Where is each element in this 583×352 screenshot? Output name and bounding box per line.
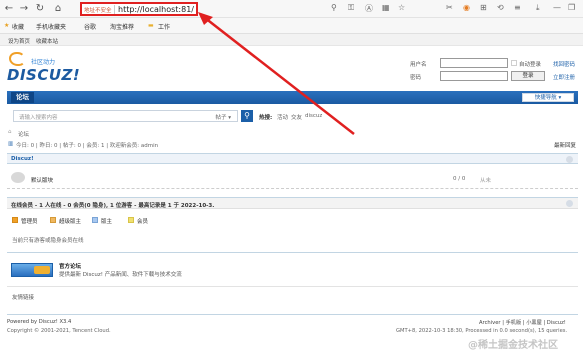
main-nav: 论坛 快捷导航 ▾ xyxy=(7,91,578,104)
divider xyxy=(7,286,578,287)
username-label: 用户名 xyxy=(410,62,427,68)
hot-item[interactable]: 活动 xyxy=(277,113,288,121)
history-icon[interactable]: ⟲ xyxy=(497,3,504,12)
hot-item[interactable]: discuz xyxy=(305,113,322,119)
browser-toolbar: ← → ↻ ⌂ 地址不安全 http://localhost:81/ ⚲ ⚿ Ⓐ… xyxy=(0,0,583,18)
bookmark-google[interactable]: 谷歌 xyxy=(84,22,96,31)
hot-search-label: 热搜: xyxy=(259,115,273,121)
search-input[interactable]: 请输入搜索内容 帖子 ▾ xyxy=(13,110,238,122)
bookmark-mobile[interactable]: 手机收藏夹 xyxy=(36,22,66,31)
bookmarks-bar: ★ 收藏 手机收藏夹 谷歌 淘宝推荐 ▬ 工作 xyxy=(0,18,583,34)
copyright: Copyright © 2001-2021, Tencent Cloud. xyxy=(7,328,111,334)
bookmark-site-link[interactable]: 收藏本站 xyxy=(36,37,58,45)
online-members-header[interactable]: 在线会员 - 1 人在线 - 0 会员(0 隐身), 1 位游客 - 最高记录是… xyxy=(7,197,578,209)
search-bar: 请输入搜索内容 帖子 ▾ ⚲ 热搜: 活动 交友 discuz xyxy=(7,108,578,124)
search-button[interactable]: ⚲ xyxy=(241,110,253,122)
forward-icon[interactable]: → xyxy=(18,3,30,15)
official-forum-title[interactable]: 官方论坛 xyxy=(59,262,81,270)
forum-name[interactable]: 默认版块 xyxy=(31,176,53,184)
password-label: 密码 xyxy=(410,75,422,81)
search-placeholder: 请输入搜索内容 xyxy=(19,115,58,121)
download-icon[interactable]: ⤓ xyxy=(536,3,540,13)
search-icon[interactable]: ⚲ xyxy=(331,3,337,12)
footer-time: GMT+8, 2022-10-3 18:30, Processed in 0.0… xyxy=(396,328,568,334)
username-input[interactable] xyxy=(440,58,508,68)
discuz-page: 设为首页 收藏本站 社区动力 DISCUZ! 用户名 自动登录 找回密码 密码 … xyxy=(0,34,583,352)
hot-item[interactable]: 交友 xyxy=(291,113,302,121)
key-icon[interactable]: ⚿ xyxy=(348,3,354,13)
legend-super-mod: 超级版主 xyxy=(59,219,82,225)
set-homepage-link[interactable]: 设为首页 xyxy=(8,37,30,45)
logo-text: DISCUZ! xyxy=(7,66,81,84)
qr-icon[interactable]: ▦ xyxy=(382,3,390,12)
menu-icon[interactable]: ≡ xyxy=(514,3,521,12)
separator xyxy=(114,5,115,14)
back-icon[interactable]: ← xyxy=(3,3,15,15)
search-type-select[interactable]: 帖子 ▾ xyxy=(215,113,231,121)
remember-label: 自动登录 xyxy=(519,62,542,68)
address-bar[interactable]: 地址不安全 http://localhost:81/ xyxy=(80,2,198,16)
password-input[interactable] xyxy=(440,71,508,81)
star-icon[interactable]: ☆ xyxy=(398,3,405,12)
login-button[interactable]: 登录 xyxy=(511,71,545,81)
admin-legend-icon xyxy=(12,217,18,223)
legend-member: 会员 xyxy=(137,219,149,225)
folder-icon: ▬ xyxy=(148,22,154,29)
collapse-icon[interactable] xyxy=(566,156,573,163)
forum-stats: 今日: 0 | 昨日: 0 | 帖子: 0 | 会员: 1 | 欢迎新会员: a… xyxy=(16,143,159,149)
insecure-label: 地址不安全 xyxy=(84,8,112,14)
register-link[interactable]: 立即注册 xyxy=(553,73,575,81)
online-note: 当前只有游客或隐身会员在线 xyxy=(12,238,84,244)
quick-nav-button[interactable]: 快捷导航 ▾ xyxy=(522,93,574,102)
powered-by[interactable]: Powered by Discuz! X3.4 xyxy=(7,319,71,325)
nav-item-forum[interactable]: 论坛 xyxy=(11,92,34,103)
site-topbar: 设为首页 收藏本站 xyxy=(0,34,583,46)
minimize-icon[interactable]: — xyxy=(553,3,561,12)
game-icon[interactable]: ⊞ xyxy=(480,3,487,12)
legend-mod: 版主 xyxy=(101,219,113,225)
translate-icon[interactable]: Ⓐ xyxy=(365,3,373,14)
latest-replies-link[interactable]: 最新回复 xyxy=(554,141,576,149)
collapse-icon[interactable] xyxy=(566,200,573,207)
stats-chart-icon: ▥ xyxy=(8,141,14,147)
star-icon: ★ xyxy=(4,22,10,29)
quick-nav-label: 快捷导航 xyxy=(534,95,557,101)
url-text: http://localhost:81/ xyxy=(118,5,194,14)
window-icon[interactable]: ❐ xyxy=(568,3,575,12)
super-mod-legend-icon xyxy=(50,217,56,223)
forum-counts: 0 / 0 xyxy=(453,176,466,182)
bookmark-taobao[interactable]: 淘宝推荐 xyxy=(110,22,134,31)
forgot-password-link[interactable]: 找回密码 xyxy=(553,60,575,68)
online-summary: 在线会员 - 1 人在线 - 0 会员(0 隐身), 1 位游客 - 最高记录是… xyxy=(11,203,215,209)
divider xyxy=(7,252,578,253)
home-icon[interactable]: ⌂ xyxy=(52,3,64,15)
official-forum-banner[interactable] xyxy=(11,263,53,277)
forum-icon xyxy=(11,172,25,183)
logo-swirl-icon xyxy=(9,52,25,66)
bookmark-work[interactable]: 工作 xyxy=(158,22,170,31)
home-icon[interactable]: ⌂ xyxy=(8,129,12,135)
mod-legend-icon xyxy=(92,217,98,223)
watermark: @稀土掘金技术社区 xyxy=(468,340,558,351)
footer-links[interactable]: Archiver | 手机版 | 小黑屋 | Discuz! xyxy=(479,319,566,326)
logo-subtitle: 社区动力 xyxy=(31,59,56,66)
site-logo[interactable]: 社区动力 DISCUZ! xyxy=(7,50,81,88)
official-forum-desc: 提供最新 Discuz! 产品新闻、软件下载与技术交流 xyxy=(59,272,182,278)
extension-icon[interactable]: ◉ xyxy=(463,3,470,12)
forum-row[interactable]: 默认版块 0 / 0 从未 xyxy=(7,167,578,189)
member-legend-icon xyxy=(128,217,134,223)
bookmark-favorites[interactable]: 收藏 xyxy=(12,22,24,31)
category-name[interactable]: Discuz! xyxy=(11,156,34,162)
category-header[interactable]: Discuz! xyxy=(7,153,578,164)
scissors-icon[interactable]: ✂ xyxy=(446,3,453,12)
friend-links-label[interactable]: 友情链接 xyxy=(12,293,34,301)
forum-last-post: 从未 xyxy=(480,178,492,184)
breadcrumb[interactable]: 论坛 xyxy=(18,130,29,138)
search-type-label: 帖子 xyxy=(215,115,227,121)
banner-graphic xyxy=(34,266,50,274)
refresh-icon[interactable]: ↻ xyxy=(34,3,46,15)
remember-checkbox[interactable] xyxy=(511,60,517,66)
legend-admin: 管理员 xyxy=(21,219,38,225)
